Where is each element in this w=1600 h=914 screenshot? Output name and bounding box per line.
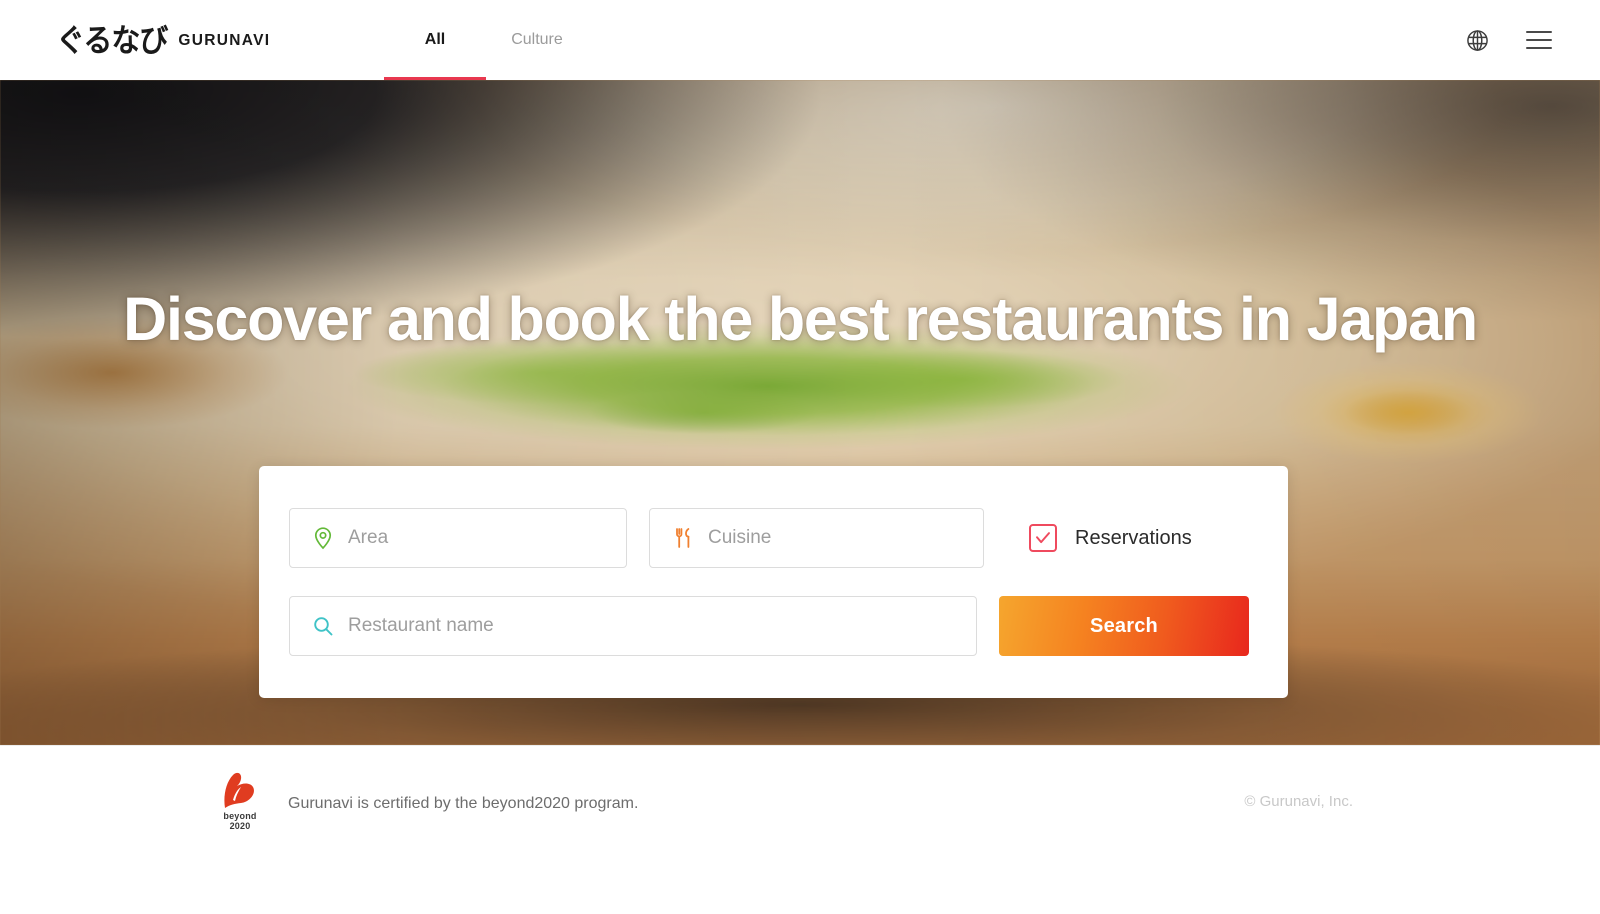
header-actions bbox=[1462, 0, 1552, 80]
hero-section: Discover and book the best restaurants i… bbox=[0, 80, 1600, 745]
logo-romaji-text: GURUNAVI bbox=[178, 32, 271, 50]
hero-headline: Discover and book the best restaurants i… bbox=[123, 285, 1478, 353]
fork-knife-icon bbox=[670, 525, 696, 551]
footer-certification: beyond 2020 Gurunavi is certified by the… bbox=[214, 770, 638, 836]
restaurant-name-field[interactable] bbox=[289, 596, 977, 656]
search-button[interactable]: Search bbox=[999, 596, 1249, 656]
reservations-label: Reservations bbox=[1075, 526, 1192, 549]
copyright-text: © Gurunavi, Inc. bbox=[1244, 793, 1353, 810]
reservations-toggle[interactable]: Reservations bbox=[1029, 524, 1192, 552]
tab-all[interactable]: All bbox=[384, 0, 486, 80]
site-header: ぐるなび GURUNAVI All Culture bbox=[0, 0, 1600, 80]
search-magnifier-icon bbox=[310, 613, 336, 639]
hamburger-line-1 bbox=[1526, 31, 1552, 33]
menu-button[interactable] bbox=[1526, 31, 1552, 49]
beyond2020-mark-icon bbox=[224, 772, 254, 808]
restaurant-name-input[interactable] bbox=[348, 615, 976, 637]
globe-icon bbox=[1466, 29, 1488, 51]
search-panel: Reservations Search bbox=[259, 466, 1288, 698]
search-row-bottom: Search bbox=[289, 596, 1249, 656]
certification-text: Gurunavi is certified by the beyond2020 … bbox=[288, 795, 639, 812]
area-input[interactable] bbox=[348, 527, 626, 549]
location-pin-icon bbox=[310, 525, 336, 551]
logo-japanese-text: ぐるなび bbox=[56, 21, 168, 58]
primary-nav-tabs: All Culture bbox=[384, 0, 588, 80]
beyond2020-line2: 2020 bbox=[229, 821, 251, 832]
search-row-top: Reservations bbox=[289, 508, 1192, 568]
cuisine-input[interactable] bbox=[708, 527, 983, 549]
tab-all-label: All bbox=[424, 31, 446, 48]
reservations-checkbox[interactable] bbox=[1029, 524, 1057, 552]
beyond2020-logo: beyond 2020 bbox=[214, 770, 266, 836]
tab-culture[interactable]: Culture bbox=[486, 0, 588, 80]
beyond2020-line1: beyond bbox=[223, 811, 257, 821]
language-selector-button[interactable] bbox=[1462, 25, 1492, 55]
gurunavi-logo[interactable]: ぐるなび GURUNAVI bbox=[56, 17, 270, 63]
area-field[interactable] bbox=[289, 508, 627, 568]
hamburger-line-3 bbox=[1526, 47, 1552, 49]
tab-culture-label: Culture bbox=[511, 31, 563, 48]
site-footer: beyond 2020 Gurunavi is certified by the… bbox=[0, 745, 1600, 914]
beyond2020-wordmark: beyond 2020 bbox=[223, 811, 256, 832]
hamburger-line-2 bbox=[1526, 39, 1552, 41]
checkmark-icon bbox=[1036, 532, 1050, 544]
cuisine-field[interactable] bbox=[649, 508, 984, 568]
